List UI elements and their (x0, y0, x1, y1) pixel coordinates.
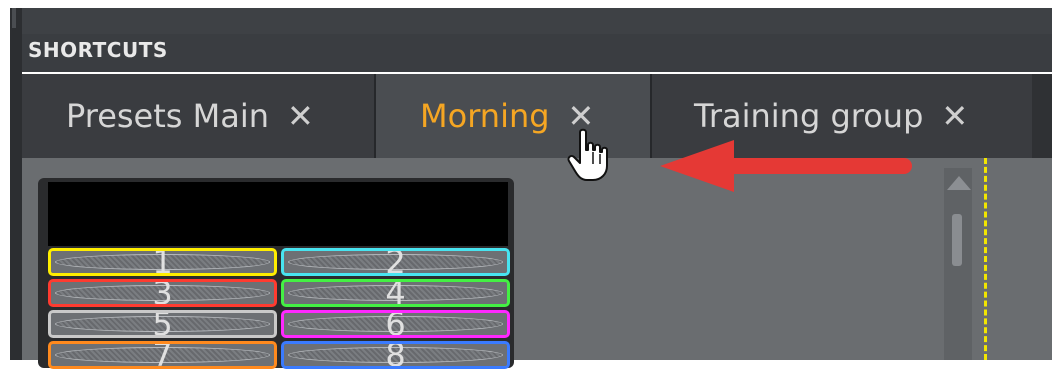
red-arrow-icon (660, 140, 912, 192)
preset-number: 5 (152, 310, 173, 338)
preset-slot[interactable]: 6 (281, 310, 510, 338)
preset-number: 7 (152, 341, 173, 369)
left-toolbar-notch (12, 8, 16, 28)
scroll-up-arrow-icon[interactable] (947, 176, 971, 190)
hand-pointer-cursor-icon (567, 128, 608, 181)
preset-slot[interactable]: 3 (48, 279, 277, 307)
tab-label: Presets Main (66, 97, 270, 135)
header-top-band (22, 8, 1052, 34)
dashed-guide-line (984, 158, 987, 360)
preset-number: 4 (385, 279, 406, 307)
tab-label: Morning (420, 97, 550, 135)
top-strip (0, 0, 1052, 8)
preset-slot[interactable]: 4 (281, 279, 510, 307)
preset-grid: 1 2 3 4 5 6 7 8 (48, 248, 510, 369)
tab-presets-main[interactable]: Presets Main ✕ (22, 74, 374, 158)
left-toolbar (10, 8, 22, 360)
preset-slot[interactable]: 2 (281, 248, 510, 276)
preset-number: 3 (152, 279, 173, 307)
shortcuts-panel-header (22, 8, 1052, 72)
preset-number: 1 (152, 248, 173, 276)
close-icon[interactable]: ✕ (287, 97, 314, 135)
arrow-head (660, 140, 734, 192)
preset-number: 8 (385, 341, 406, 369)
left-edge (0, 8, 10, 360)
preset-slot[interactable]: 5 (48, 310, 277, 338)
scroll-thumb[interactable] (952, 214, 962, 266)
preview-area (48, 182, 508, 246)
preset-slot[interactable]: 1 (48, 248, 277, 276)
preset-slot[interactable]: 8 (281, 341, 510, 369)
preset-panel: 1 2 3 4 5 6 7 8 (38, 178, 514, 369)
close-icon[interactable]: ✕ (941, 97, 968, 135)
preset-number: 2 (385, 248, 406, 276)
tab-label: Training group (694, 97, 924, 135)
preset-number: 6 (385, 310, 406, 338)
preset-slot[interactable]: 7 (48, 341, 277, 369)
panel-title: SHORTCUTS (28, 38, 168, 62)
